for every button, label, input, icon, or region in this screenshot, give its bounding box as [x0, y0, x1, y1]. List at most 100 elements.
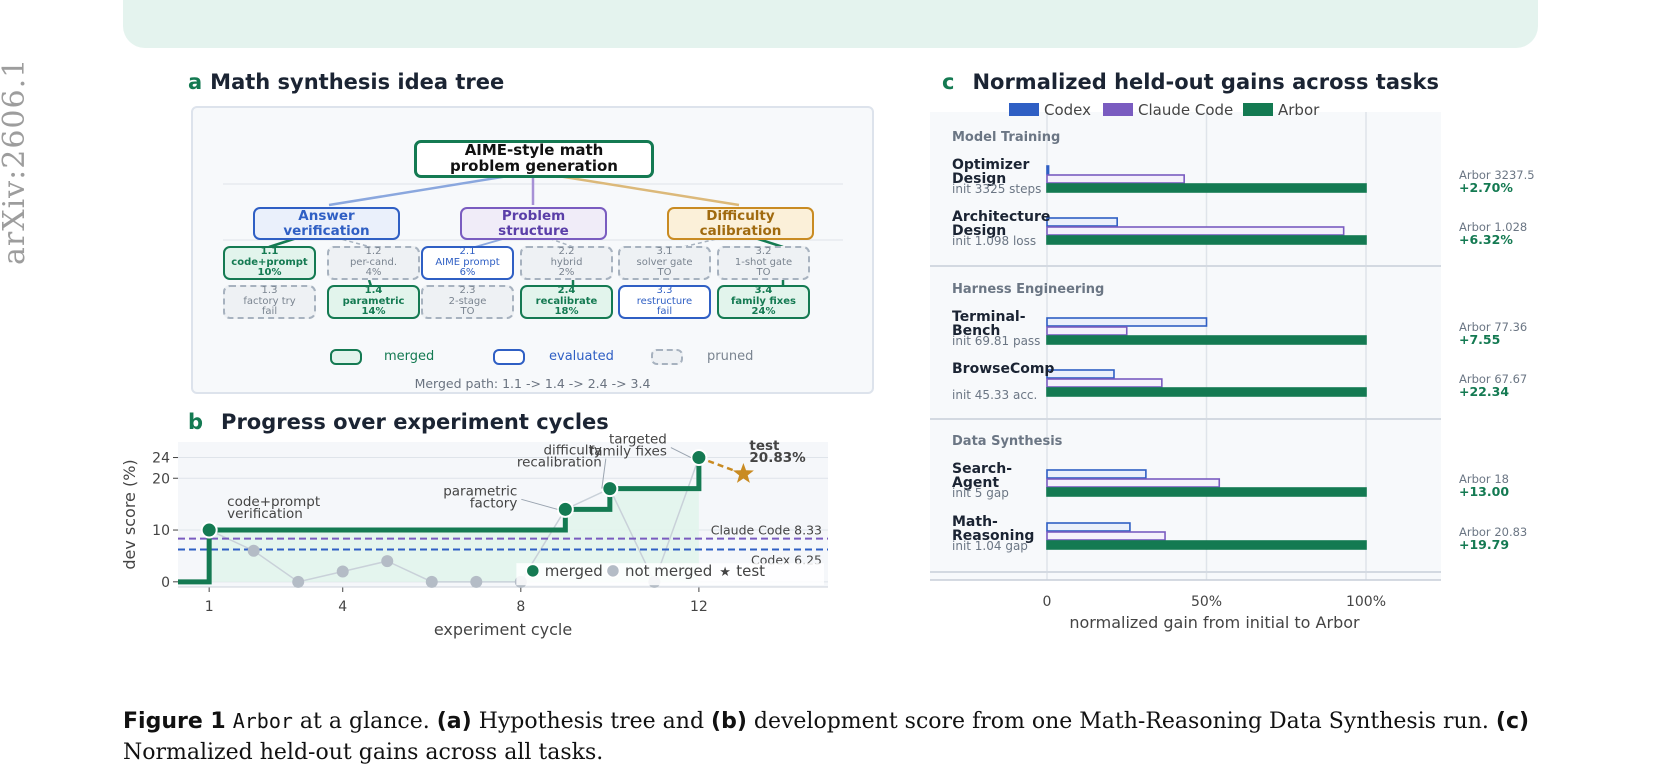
- x-tick-label: 0: [1043, 594, 1052, 610]
- leaf-value: TO: [657, 267, 672, 279]
- claude-code-bar: [1046, 174, 1185, 184]
- merged-point: [690, 449, 708, 467]
- x-axis-label: normalized gain from initial to Arbor: [1069, 613, 1360, 632]
- tree-leaf-1-3: 1.3 factory try fail: [223, 285, 316, 319]
- tree-leaf-2-1: 2.1 AIME prompt 6%: [421, 246, 514, 280]
- tree-leaf-3-2: 3.2 1-shot gate TO: [717, 246, 810, 280]
- progress-chart: 0 10 20 24 1 4 8 12 experiment cycle dev score (%…: [120, 432, 828, 639]
- legend-marker: [525, 563, 541, 579]
- claude-code-bar: [1046, 226, 1345, 236]
- task-init: init 3325 steps: [952, 182, 1042, 196]
- claude-code-bar: [1046, 478, 1221, 488]
- y-tick-label: 20: [152, 471, 170, 487]
- legend-pruned-label: pruned: [707, 349, 754, 364]
- x-tick-label: 8: [516, 599, 525, 615]
- x-axis-label: experiment cycle: [434, 620, 572, 639]
- branch-difficulty-calibration: Difficulty calibration: [667, 207, 814, 240]
- annotation: targeted family fixes: [590, 432, 667, 460]
- legend-evaluated-swatch: [493, 349, 525, 365]
- tree-leaf-1-2: 1.2 per-cand. 4%: [327, 246, 420, 280]
- not-merged-point: [381, 555, 394, 568]
- header-band: [123, 0, 1538, 48]
- panel-a-title: a Math synthesis idea tree: [188, 70, 505, 94]
- task-name-line: Architecture: [952, 209, 1051, 225]
- leaf-value: fail: [261, 306, 278, 318]
- merged-point: [601, 480, 619, 498]
- legend-marker: [605, 563, 621, 579]
- legend-label: Claude Code: [1138, 101, 1233, 119]
- legend-evaluated-label: evaluated: [549, 349, 614, 364]
- task-name-line: Optimizer: [952, 157, 1030, 173]
- arbor-gain: +7.55: [1459, 332, 1501, 347]
- annotation-line: verification: [227, 506, 303, 522]
- arbor-gain: +19.79: [1459, 537, 1510, 552]
- arbor-bar: [1046, 235, 1367, 245]
- merged-point: [556, 500, 574, 518]
- task-init: init 69.81 pass: [952, 334, 1041, 348]
- panel-c-title: c Normalized held-out gains across tasks: [942, 70, 1439, 94]
- leaf-value: 14%: [361, 306, 386, 318]
- arbor-gain: +6.32%: [1459, 232, 1513, 247]
- x-tick-label: 4: [338, 599, 347, 615]
- tree-leaf-1-1: 1.1 code+prompt 10%: [223, 246, 316, 280]
- not-merged-point: [336, 565, 349, 578]
- arbor-bar: [1046, 540, 1367, 550]
- task-name: BrowseComp: [952, 362, 1062, 376]
- arbor-bar: [1046, 387, 1367, 397]
- legend-merged-swatch: [330, 349, 362, 365]
- legend-swatch: [1009, 103, 1039, 116]
- group-title: Data Synthesis: [952, 434, 1063, 449]
- legend-label: Arbor: [1278, 101, 1320, 119]
- leaf-value: 10%: [257, 267, 282, 279]
- legend-swatch: [1103, 103, 1133, 116]
- x-tick-label: 50%: [1191, 594, 1222, 610]
- claude-code-bar: [1046, 378, 1163, 388]
- y-tick-label: 0: [161, 575, 170, 591]
- leaf-value: 6%: [459, 267, 476, 279]
- tree-root: AIME-style math problem generation: [414, 140, 654, 178]
- annotation-line: factory: [470, 495, 518, 511]
- task-init: init 1.098 loss: [952, 234, 1037, 248]
- tree-leaf-1-4: 1.4 parametric 14%: [327, 285, 420, 319]
- arbor-gain: +22.34: [1459, 384, 1510, 399]
- tree-leaf-2-2: 2.2 hybrid 2%: [520, 246, 613, 280]
- panel-b-title: b Progress over experiment cycles: [188, 410, 609, 434]
- arbor-gain: +13.00: [1459, 484, 1510, 499]
- legend-marker: ★: [719, 565, 731, 580]
- group-title: Harness Engineering: [952, 282, 1105, 297]
- group-title: Model Training: [952, 130, 1061, 145]
- y-axis-label: dev score (%): [120, 459, 139, 569]
- tree-leaf-2-3: 2.3 2-stage TO: [421, 285, 514, 319]
- merged-point: [200, 521, 218, 539]
- task-name-line: BrowseComp: [952, 361, 1055, 377]
- not-merged-point: [470, 575, 483, 588]
- branch-answer-verification: Answer verification: [253, 207, 400, 240]
- task-name-line: Math-: [952, 514, 998, 530]
- not-merged-point: [425, 575, 438, 588]
- task-init: init 5 gap: [952, 486, 1009, 500]
- leaf-value: TO: [460, 306, 475, 318]
- legend-label: not merged: [625, 562, 712, 580]
- claude-code-bar: [1046, 531, 1166, 541]
- task-name-line: Search-: [952, 461, 1013, 477]
- x-tick-label: 12: [690, 599, 708, 615]
- x-tick-label: 1: [205, 599, 214, 615]
- tree-leaf-3-3: 3.3 restructure fail: [618, 285, 711, 319]
- arbor-bar: [1046, 487, 1367, 497]
- leaf-value: 2%: [558, 267, 575, 279]
- leaf-value: 24%: [751, 306, 776, 318]
- task-init: init 1.04 gap: [952, 539, 1028, 553]
- annotation-line: 20.83%: [749, 450, 806, 466]
- legend-label: test: [736, 562, 765, 580]
- arbor-bar: [1046, 335, 1367, 345]
- leaf-value: fail: [656, 306, 673, 318]
- legend-label: Codex: [1044, 101, 1091, 119]
- arbor-bar: [1046, 183, 1367, 193]
- branch-problem-structure: Problem structure: [460, 207, 607, 240]
- legend-swatch: [1243, 103, 1273, 116]
- tree-leaf-2-4: 2.4 recalibrate 18%: [520, 285, 613, 319]
- y-tick-label: 24: [152, 451, 170, 467]
- legend-label: merged: [545, 562, 603, 580]
- task-init: init 45.33 acc.: [952, 388, 1038, 402]
- legend-pruned-swatch: [651, 349, 683, 365]
